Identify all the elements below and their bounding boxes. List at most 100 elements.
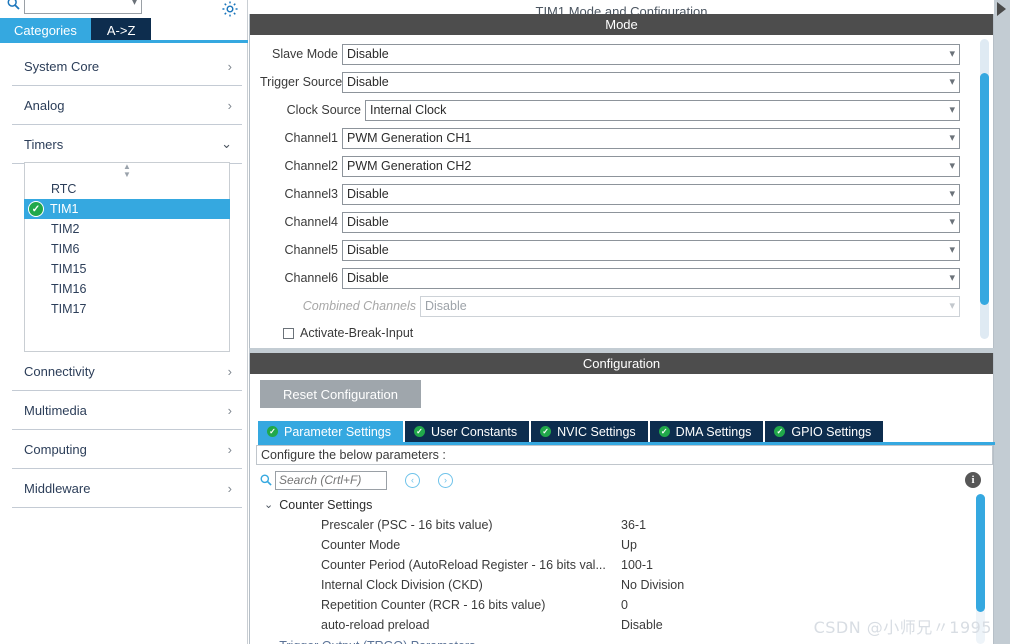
- collapse-arrow-icon[interactable]: [997, 2, 1006, 16]
- info-icon[interactable]: i: [965, 472, 981, 488]
- param-row-counter-period[interactable]: Counter Period (AutoReload Register - 16…: [256, 555, 993, 575]
- mode-body: Slave Mode Disable ▾ Trigger Source Disa…: [250, 35, 993, 348]
- param-row-auto-reload-preload[interactable]: auto-reload preload Disable: [256, 615, 993, 635]
- peripheral-item-rtc[interactable]: RTC: [25, 179, 229, 199]
- sidebar-item-middleware[interactable]: Middleware ›: [12, 469, 242, 508]
- row-channel2: Channel2 PWM Generation CH2 ▾: [250, 152, 993, 180]
- select-channel3-value: Disable: [347, 187, 389, 201]
- sidebar-item-multimedia[interactable]: Multimedia ›: [12, 391, 242, 430]
- select-channel2[interactable]: PWM Generation CH2 ▾: [342, 155, 960, 177]
- sidebar-item-label: Connectivity: [24, 363, 95, 379]
- tab-categories-label: Categories: [14, 22, 77, 38]
- peripheral-item-tim1[interactable]: ✓ TIM1: [24, 199, 230, 219]
- mode-scrollbar-track[interactable]: [980, 39, 989, 339]
- param-group-trgo-parameters[interactable]: ⌄ Trigger Output (TRGO) Parameters: [256, 635, 993, 644]
- param-value[interactable]: 0: [621, 598, 628, 612]
- configure-hint-label: Configure the below parameters :: [261, 448, 446, 462]
- param-row-prescaler[interactable]: Prescaler (PSC - 16 bits value) 36-1: [256, 515, 993, 535]
- search-icon[interactable]: [2, 0, 24, 10]
- peripheral-item-tim17[interactable]: TIM17: [25, 299, 229, 319]
- search-icon[interactable]: [260, 474, 272, 486]
- param-row-repetition-counter[interactable]: Repetition Counter (RCR - 16 bits value)…: [256, 595, 993, 615]
- select-channel5-value: Disable: [347, 243, 389, 257]
- param-row-counter-mode[interactable]: Counter Mode Up: [256, 535, 993, 555]
- mode-scrollbar-thumb[interactable]: [980, 73, 989, 305]
- param-value[interactable]: 100-1: [621, 558, 653, 572]
- select-trigger-source[interactable]: Disable ▾: [342, 71, 960, 93]
- sidebar-search-row: ▾: [0, 0, 248, 16]
- sidebar-tabs-underline: [0, 40, 248, 43]
- param-value[interactable]: Disable: [621, 618, 663, 632]
- row-channel1: Channel1 PWM Generation CH1 ▾: [250, 124, 993, 152]
- label-combined-channels: Combined Channels: [302, 299, 416, 313]
- row-clock-source: Clock Source Internal Clock ▾: [250, 96, 993, 124]
- timers-peripheral-list: ▲ ▼ RTC ✓ TIM1 TIM2 TIM6 TIM15 TIM16 TIM…: [24, 162, 230, 352]
- tab-gpio-settings[interactable]: ✓ GPIO Settings: [765, 421, 884, 442]
- sidebar-item-analog[interactable]: Analog ›: [12, 86, 242, 125]
- select-channel4[interactable]: Disable ▾: [342, 211, 960, 233]
- check-circle-icon: ✓: [658, 426, 670, 437]
- chevron-down-icon: ▾: [949, 75, 955, 88]
- scroll-spinner-icon[interactable]: ▲ ▼: [25, 163, 229, 179]
- sidebar-item-label: System Core: [24, 58, 100, 74]
- parameter-scrollbar-track[interactable]: [976, 494, 985, 644]
- peripheral-item-tim16[interactable]: TIM16: [25, 279, 229, 299]
- row-channel4: Channel4 Disable ▾: [250, 208, 993, 236]
- param-row-internal-clock-division[interactable]: Internal Clock Division (CKD) No Divisio…: [256, 575, 993, 595]
- peripheral-item-tim15[interactable]: TIM15: [25, 259, 229, 279]
- chevron-down-icon: ⌄: [264, 639, 273, 644]
- sidebar-item-connectivity[interactable]: Connectivity ›: [12, 352, 242, 391]
- row-slave-mode: Slave Mode Disable ▾: [250, 40, 993, 68]
- sidebar-item-label: Analog: [24, 97, 65, 113]
- peripheral-label: TIM2: [51, 222, 80, 236]
- reset-configuration-button[interactable]: Reset Configuration: [260, 380, 421, 408]
- param-name: Counter Mode: [321, 538, 401, 552]
- configuration-section-header: Configuration: [250, 353, 993, 374]
- param-value[interactable]: 36-1: [621, 518, 646, 532]
- select-channel1-value: PWM Generation CH1: [347, 131, 472, 145]
- tab-parameter-settings[interactable]: ✓ Parameter Settings: [258, 421, 403, 442]
- select-slave-mode[interactable]: Disable ▾: [342, 43, 960, 65]
- sidebar-item-computing[interactable]: Computing ›: [12, 430, 242, 469]
- sidebar-item-label: Computing: [24, 441, 87, 457]
- sidebar-item-system-core[interactable]: System Core ›: [12, 47, 242, 86]
- search-input[interactable]: [275, 470, 387, 490]
- tab-categories[interactable]: Categories: [0, 18, 91, 42]
- parameter-scrollbar-thumb[interactable]: [976, 494, 985, 612]
- chevron-right-icon: ›: [227, 480, 232, 496]
- chevron-down-icon: ▾: [949, 299, 955, 312]
- tab-user-constants[interactable]: ✓ User Constants: [405, 421, 530, 442]
- peripheral-item-tim6[interactable]: TIM6: [25, 239, 229, 259]
- search-prev-button[interactable]: ‹: [405, 472, 420, 488]
- chevron-right-icon: ›: [227, 97, 232, 113]
- peripheral-item-tim2[interactable]: TIM2: [25, 219, 229, 239]
- configuration-header-label: Configuration: [582, 356, 661, 371]
- check-circle-icon: ✓: [28, 201, 44, 217]
- param-group-label: Counter Settings: [279, 497, 373, 512]
- tab-a-to-z[interactable]: A->Z: [90, 18, 152, 42]
- select-clock-source[interactable]: Internal Clock ▾: [365, 99, 960, 121]
- param-name: Repetition Counter (RCR - 16 bits value): [321, 598, 546, 612]
- chevron-right-icon: ›: [227, 58, 232, 74]
- param-group-counter-settings[interactable]: ⌄ Counter Settings: [256, 494, 993, 515]
- select-channel6[interactable]: Disable ▾: [342, 267, 960, 289]
- param-group-label: Trigger Output (TRGO) Parameters: [279, 639, 475, 644]
- activate-break-input-row[interactable]: Activate-Break-Input: [250, 320, 993, 346]
- tab-dma-settings[interactable]: ✓ DMA Settings: [649, 421, 764, 442]
- param-name: Counter Period (AutoReload Register - 16…: [321, 558, 606, 572]
- search-next-button[interactable]: ›: [438, 472, 453, 488]
- sidebar-item-label: Multimedia: [24, 402, 87, 418]
- row-trigger-source: Trigger Source Disable ▾: [250, 68, 993, 96]
- select-channel3[interactable]: Disable ▾: [342, 183, 960, 205]
- tab-nvic-settings[interactable]: ✓ NVIC Settings: [531, 421, 648, 442]
- chevron-down-icon: ▾: [949, 215, 955, 228]
- activate-break-input-checkbox[interactable]: [283, 327, 294, 339]
- sidebar-search-input[interactable]: ▾: [24, 0, 142, 14]
- peripheral-label: TIM6: [51, 242, 80, 256]
- sidebar-item-timers[interactable]: Timers ⌄: [12, 125, 242, 164]
- param-value[interactable]: No Division: [621, 578, 684, 592]
- check-circle-icon: ✓: [267, 426, 278, 437]
- param-value[interactable]: Up: [621, 538, 637, 552]
- select-channel5[interactable]: Disable ▾: [342, 239, 960, 261]
- select-channel1[interactable]: PWM Generation CH1 ▾: [342, 127, 960, 149]
